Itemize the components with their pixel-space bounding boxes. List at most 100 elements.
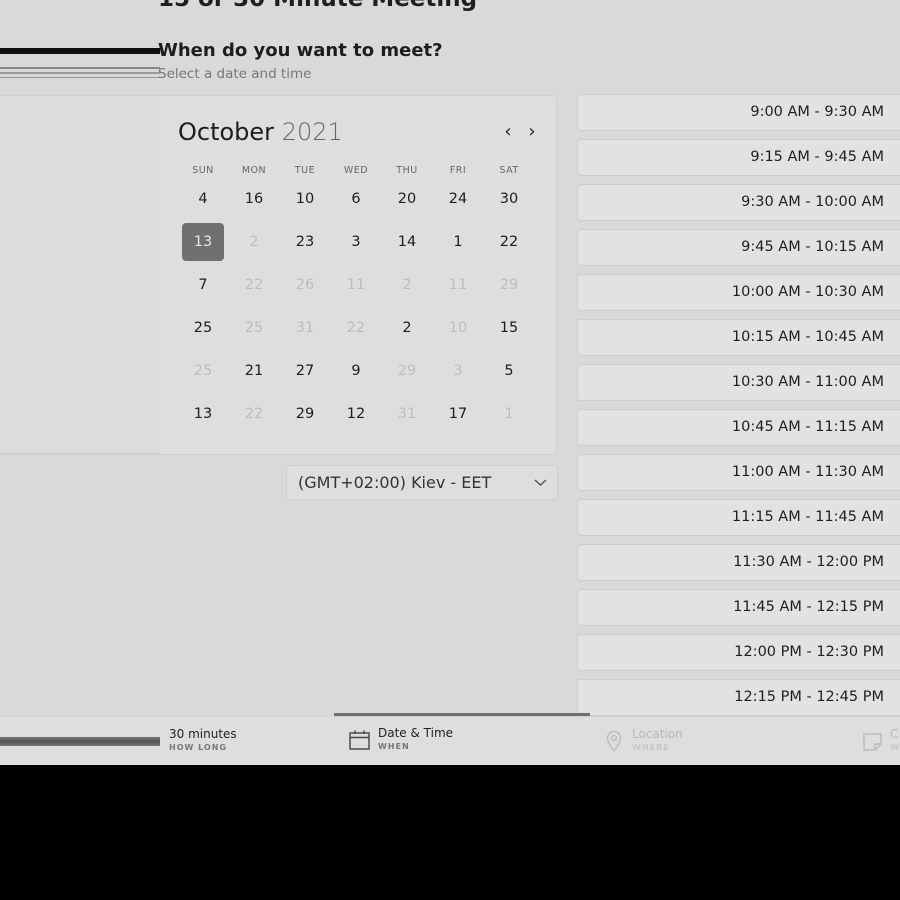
time-slot-button[interactable]: 10:00 AM - 10:30 AM — [577, 274, 900, 311]
calendar-day[interactable]: 1 — [437, 223, 479, 261]
time-slot-button[interactable]: 12:00 PM - 12:30 PM — [577, 634, 900, 671]
smear-artifact — [0, 72, 160, 74]
weekday-header: WED — [343, 165, 369, 176]
calendar-day: 22 — [244, 277, 264, 293]
time-slot-button[interactable]: 11:15 AM - 11:45 AM — [577, 499, 900, 536]
calendar-day: 25 — [193, 363, 213, 379]
calendar-day[interactable]: 7 — [182, 266, 224, 304]
smear-artifact — [0, 67, 160, 69]
calendar-day[interactable]: 20 — [386, 180, 428, 218]
calendar-icon — [349, 730, 370, 754]
step-duration[interactable]: 30 minutes HOW LONG — [169, 727, 237, 752]
calendar-day[interactable]: 16 — [233, 180, 275, 218]
calendar-day[interactable]: 4 — [182, 180, 224, 218]
timezone-value: (GMT+02:00) Kiev - EET — [298, 473, 492, 492]
time-slot-list[interactable]: 9:00 AM - 9:30 AM 9:15 AM - 9:45 AM 9:30 A… — [577, 94, 900, 716]
calendar-day-selected[interactable]: 13 — [182, 223, 224, 261]
calendar-day[interactable]: 5 — [488, 352, 530, 390]
meeting-title: 15 or 30 Minute Meeting — [158, 0, 477, 12]
time-slot-button[interactable]: 11:00 AM - 11:30 AM — [577, 454, 900, 491]
calendar-day[interactable]: 13 — [182, 395, 224, 433]
timezone-select[interactable]: (GMT+02:00) Kiev - EET — [286, 465, 558, 500]
calendar-day: 29 — [397, 363, 417, 379]
calendar-day[interactable]: 24 — [437, 180, 479, 218]
step-next-label: C — [890, 727, 899, 741]
calendar-month: October — [178, 118, 275, 146]
time-slot-button[interactable]: 12:15 PM - 12:45 PM — [577, 679, 900, 716]
weekday-header: THU — [396, 165, 418, 176]
calendar-day: 31 — [295, 320, 315, 336]
time-slot-button[interactable]: 9:30 AM - 10:00 AM — [577, 184, 900, 221]
calendar-year: 2021 — [281, 118, 343, 146]
calendar-day: 26 — [295, 277, 315, 293]
page-heading: When do you want to meet? — [158, 40, 443, 61]
calendar-day: 2 — [249, 234, 259, 250]
calendar-day: 11 — [448, 277, 468, 293]
step-location-sublabel: WHERE — [632, 743, 670, 752]
weekday-header: TUE — [294, 165, 316, 176]
calendar-day[interactable]: 21 — [233, 352, 275, 390]
calendar-day[interactable]: 29 — [284, 395, 326, 433]
time-slot-button[interactable]: 9:15 AM - 9:45 AM — [577, 139, 900, 176]
weekday-header: SAT — [499, 165, 519, 176]
calendar-day: 1 — [504, 406, 514, 422]
step-date-time-sublabel: WHEN — [378, 742, 410, 751]
step-date-time-label: Date & Time — [378, 726, 454, 740]
note-icon — [863, 733, 882, 755]
step-date-time[interactable]: Date & Time WHEN — [378, 726, 453, 751]
chevron-down-icon — [534, 466, 547, 512]
time-slot-button[interactable]: 9:45 AM - 10:15 AM — [577, 229, 900, 266]
calendar-day: 11 — [346, 277, 366, 293]
step-duration-sublabel: HOW LONG — [169, 743, 227, 752]
time-slot-button[interactable]: 10:15 AM - 10:45 AM — [577, 319, 900, 356]
calendar-day[interactable]: 23 — [284, 223, 326, 261]
left-panel-strip — [0, 96, 160, 454]
step-next-sublabel: W — [890, 743, 900, 752]
calendar-day: 3 — [453, 363, 463, 379]
weekday-header: SUN — [192, 165, 214, 176]
calendar-day[interactable]: 15 — [488, 309, 530, 347]
calendar-day[interactable]: 22 — [488, 223, 530, 261]
chevron-left-icon: ‹ — [504, 121, 512, 142]
calendar-day[interactable]: 14 — [386, 223, 428, 261]
calendar-day[interactable]: 6 — [335, 180, 377, 218]
calendar-day: 25 — [244, 320, 264, 336]
time-slot-button[interactable]: 11:30 AM - 12:00 PM — [577, 544, 900, 581]
time-slot-button[interactable]: 10:45 AM - 11:15 AM — [577, 409, 900, 446]
smear-artifact — [0, 48, 160, 54]
calendar-day[interactable]: 12 — [335, 395, 377, 433]
page-subheading: Select a date and time — [158, 66, 312, 82]
booking-screen: 15 or 30 Minute Meeting When do you want… — [0, 0, 900, 765]
smear-artifact — [0, 737, 160, 746]
calendar-day: 22 — [346, 320, 366, 336]
calendar-month-title: October 2021 — [178, 118, 343, 146]
calendar-day[interactable]: 30 — [488, 180, 530, 218]
time-slot-button[interactable]: 11:45 AM - 12:15 PM — [577, 589, 900, 626]
prev-month-button[interactable]: ‹ — [498, 120, 518, 144]
calendar-day: 2 — [402, 277, 412, 293]
calendar-day[interactable]: 9 — [335, 352, 377, 390]
calendar-day[interactable]: 10 — [284, 180, 326, 218]
chevron-right-icon: › — [528, 121, 536, 142]
calendar-day[interactable]: 25 — [182, 309, 224, 347]
step-duration-label: 30 minutes — [169, 727, 237, 741]
calendar-day[interactable]: 17 — [437, 395, 479, 433]
calendar-day: 22 — [244, 406, 264, 422]
calendar-day[interactable]: 3 — [335, 223, 377, 261]
calendar-day: 29 — [499, 277, 519, 293]
location-pin-icon — [606, 730, 622, 756]
weekday-header: FRI — [449, 165, 467, 176]
step-location-label: Location — [632, 727, 683, 741]
next-month-button[interactable]: › — [522, 120, 542, 144]
step-location[interactable]: Location WHERE — [632, 727, 683, 752]
time-slot-button[interactable]: 9:00 AM - 9:30 AM — [577, 94, 900, 131]
calendar-day[interactable]: 2 — [386, 309, 428, 347]
calendar-day: 10 — [448, 320, 468, 336]
weekday-header: MON — [241, 165, 267, 176]
time-slot-button[interactable]: 10:30 AM - 11:00 AM — [577, 364, 900, 401]
calendar-day: 31 — [397, 406, 417, 422]
smear-artifact — [0, 77, 160, 78]
calendar-day[interactable]: 27 — [284, 352, 326, 390]
step-progress-indicator — [334, 713, 590, 716]
step-next[interactable]: C W — [890, 727, 900, 752]
